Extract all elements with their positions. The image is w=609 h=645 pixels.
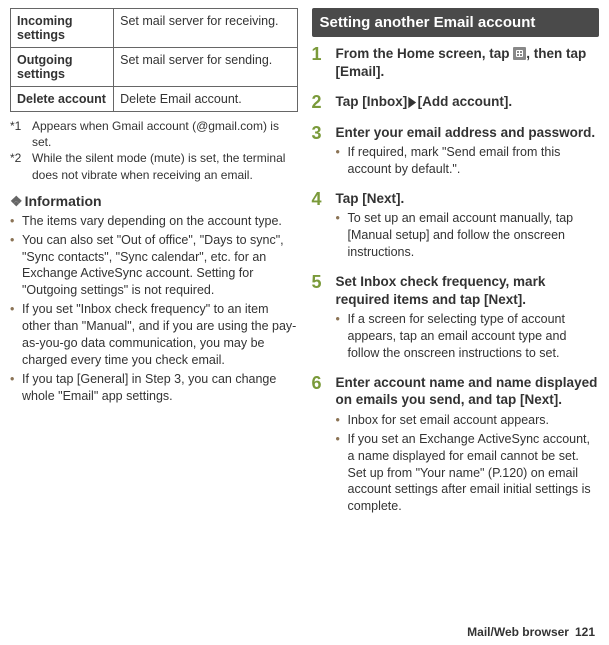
step-3-bullet-1: If required, mark "Send email from this …: [348, 144, 600, 178]
section-banner: Setting another Email account: [312, 8, 600, 37]
footnote-1-text: Appears when Gmail account (@gmail.com) …: [32, 118, 298, 150]
step-5-title: Set Inbox check frequency, mark required…: [336, 273, 600, 308]
info-bullet-2: You can also set "Out of office", "Days …: [22, 232, 298, 300]
footnote-2-text: While the silent mode (mute) is set, the…: [32, 150, 298, 182]
bullet-icon: •: [10, 213, 22, 230]
info-bullet-3: If you set "Inbox check frequency" to an…: [22, 301, 298, 369]
bullet-icon: •: [10, 232, 22, 300]
bullet-icon: •: [336, 210, 348, 261]
step-5-bullet-1: If a screen for selecting type of accoun…: [348, 311, 600, 362]
bullet-icon: •: [336, 144, 348, 178]
row-outgoing-label: Outgoing settings: [11, 48, 114, 87]
bullet-icon: •: [336, 311, 348, 362]
bullet-icon: •: [336, 412, 348, 429]
step-5-num: 5: [312, 273, 336, 364]
footnote-2-num: *2: [10, 150, 32, 182]
step-6-num: 6: [312, 374, 336, 517]
apps-icon: [513, 47, 526, 60]
row-incoming-label: Incoming settings: [11, 9, 114, 48]
triangle-icon: ▶: [409, 93, 416, 111]
step-6-bullet-1: Inbox for set email account appears.: [348, 412, 550, 429]
page-footer: Mail/Web browser 121: [467, 625, 595, 639]
step-4-num: 4: [312, 190, 336, 263]
footnote-1-num: *1: [10, 118, 32, 150]
step-3-title: Enter your email address and password.: [336, 124, 600, 142]
settings-table: Incoming settingsSet mail server for rec…: [10, 8, 298, 112]
information-heading: ❖Information: [10, 193, 298, 210]
step-4-bullet-1: To set up an email account manually, tap…: [348, 210, 600, 261]
row-delete-desc: Delete Email account.: [114, 87, 297, 112]
bullet-icon: •: [10, 371, 22, 405]
page-number: 121: [575, 625, 595, 639]
bullet-icon: •: [336, 431, 348, 515]
step-3-num: 3: [312, 124, 336, 180]
step-6-bullet-2: If you set an Exchange ActiveSync accoun…: [348, 431, 600, 515]
row-incoming-desc: Set mail server for receiving.: [114, 9, 297, 48]
info-bullet-1: The items vary depending on the account …: [22, 213, 282, 230]
step-1-title: From the Home screen, tap , then tap [Em…: [336, 45, 600, 80]
footnotes: *1Appears when Gmail account (@gmail.com…: [10, 118, 298, 183]
footer-section: Mail/Web browser: [467, 625, 569, 639]
row-outgoing-desc: Set mail server for sending.: [114, 48, 297, 87]
step-2-title: Tap [Inbox]▶[Add account].: [336, 93, 600, 111]
bullet-icon: •: [10, 301, 22, 369]
diamond-icon: ❖: [10, 193, 23, 209]
step-2-num: 2: [312, 93, 336, 114]
step-4-title: Tap [Next].: [336, 190, 600, 208]
step-1-num: 1: [312, 45, 336, 83]
step-6-title: Enter account name and name displayed on…: [336, 374, 600, 409]
info-bullet-4: If you tap [General] in Step 3, you can …: [22, 371, 298, 405]
row-delete-label: Delete account: [11, 87, 114, 112]
